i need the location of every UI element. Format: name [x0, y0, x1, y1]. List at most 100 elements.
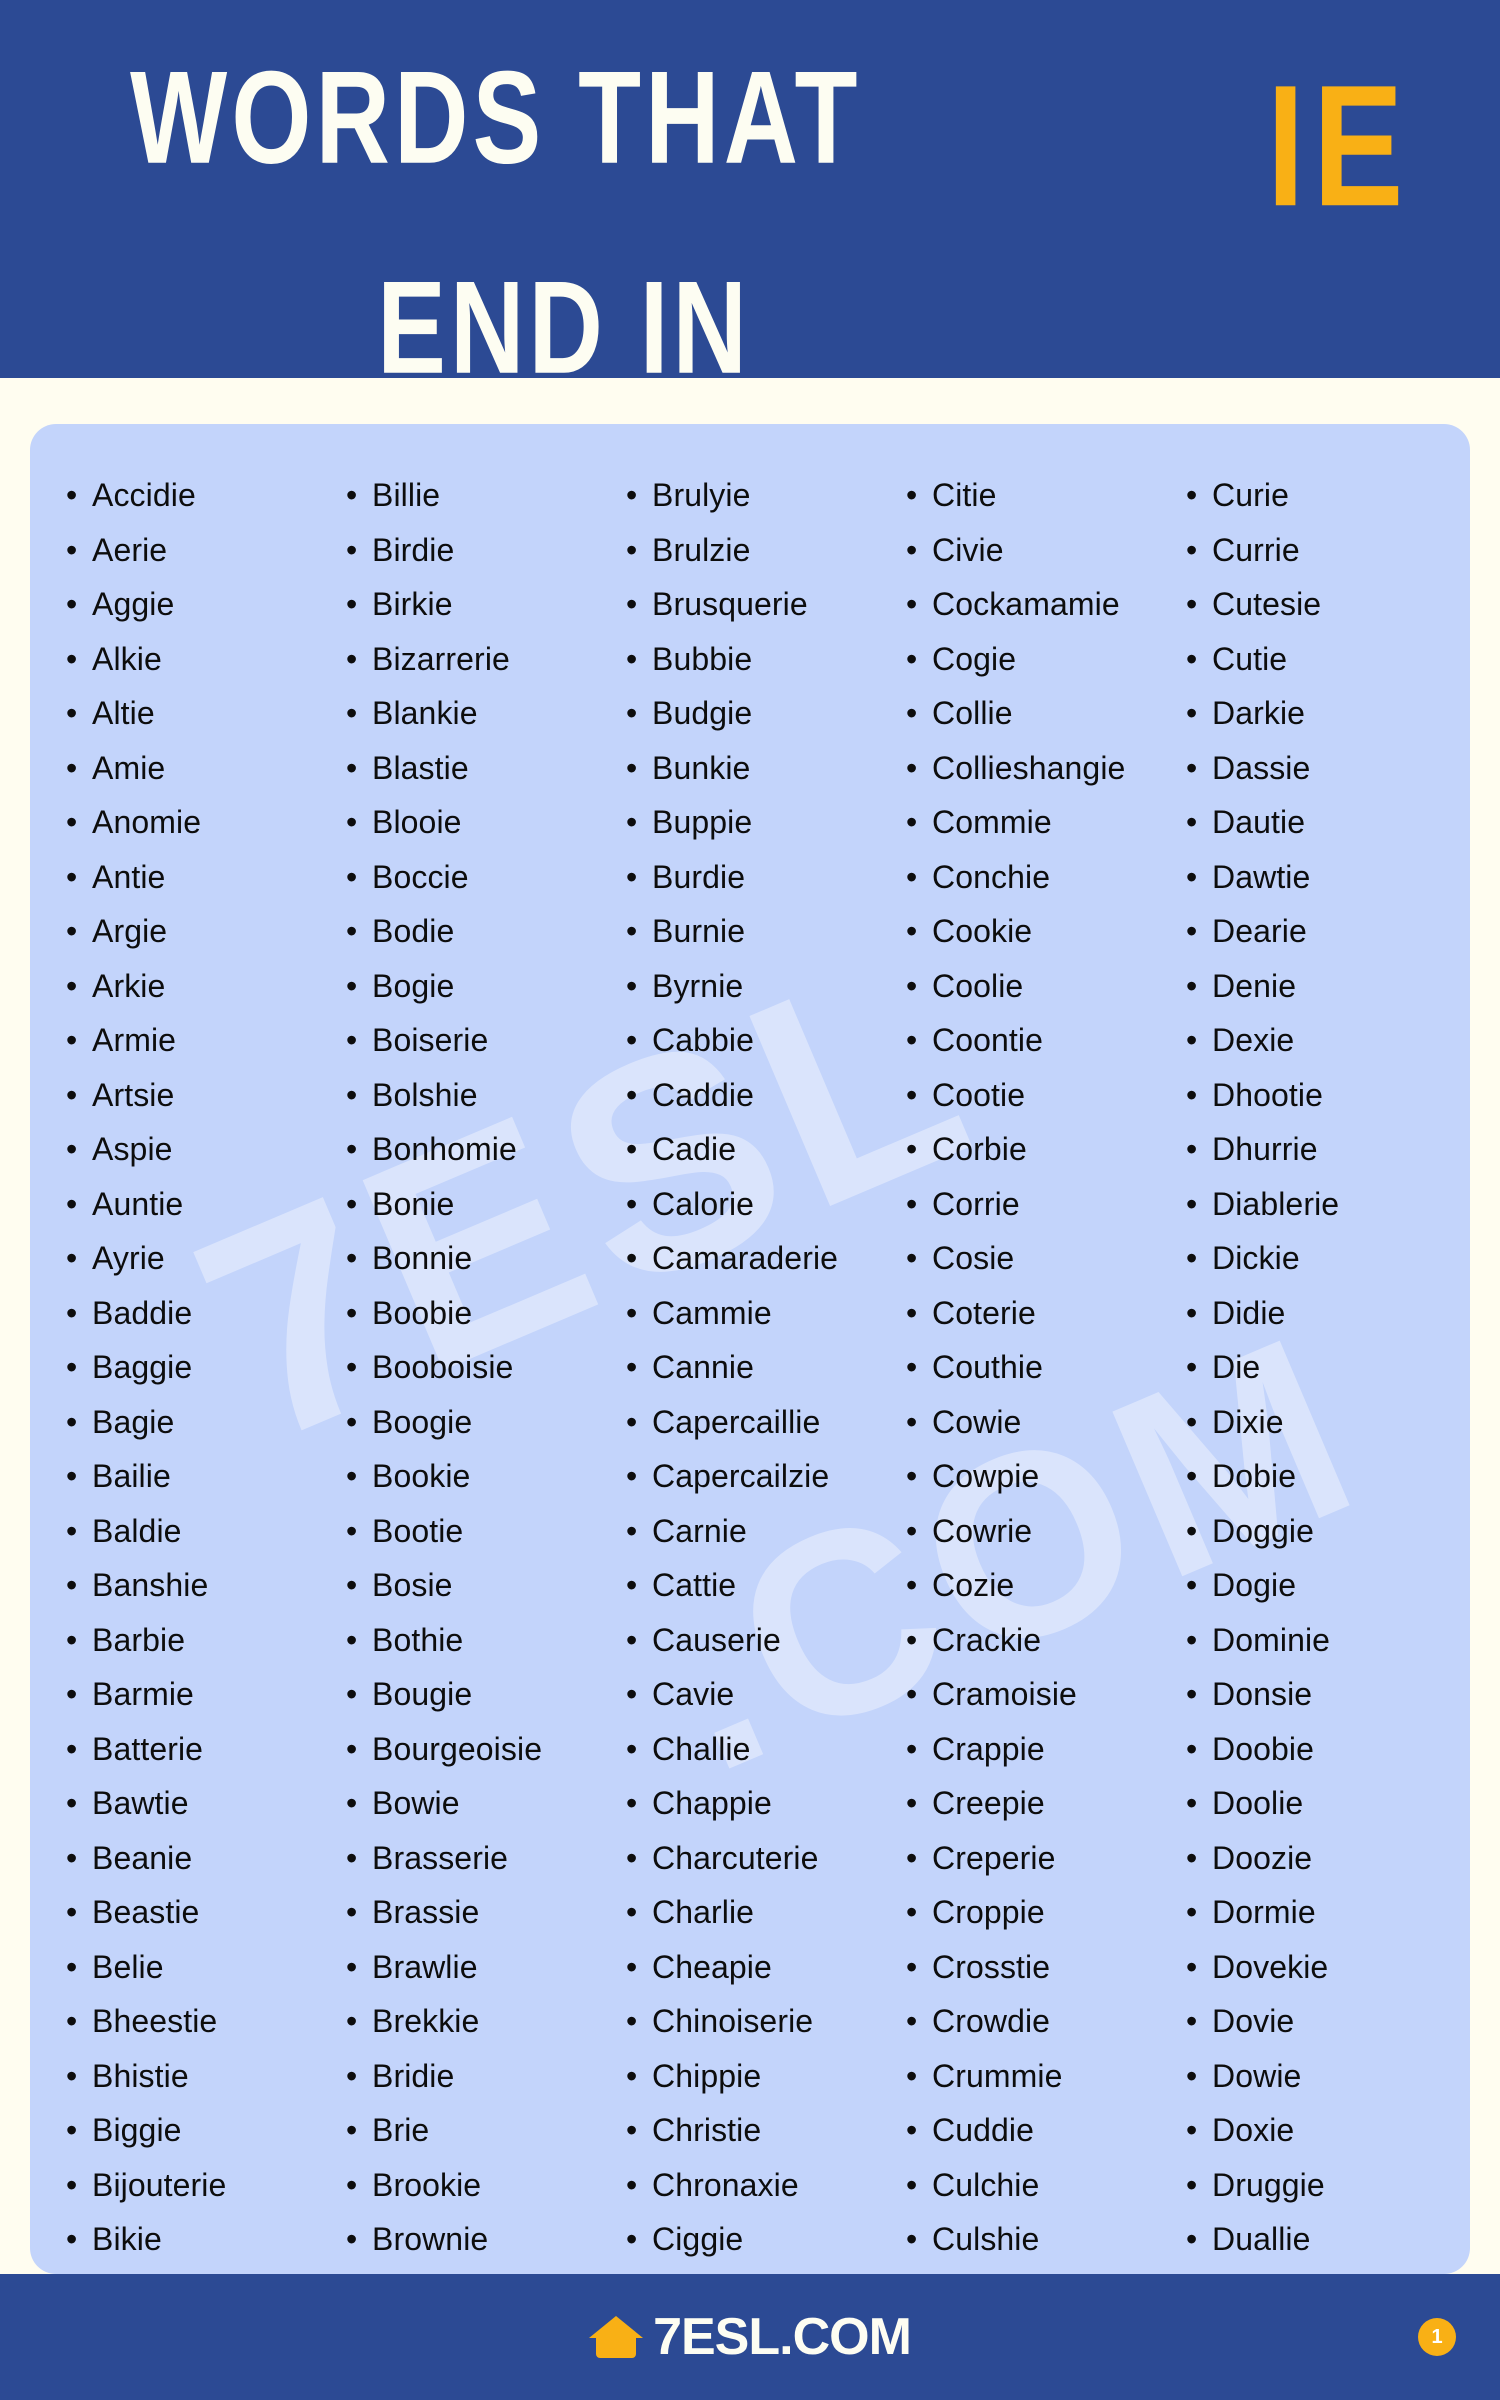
- word-list-item: • Bagie: [60, 1395, 330, 1450]
- bullet-icon: •: [1186, 2057, 1198, 2094]
- bullet-icon: •: [626, 1512, 638, 1549]
- word-text: Brie: [372, 2112, 430, 2148]
- word-list-item: • Brownie: [340, 2212, 610, 2267]
- word-list-item: • Denie: [1180, 959, 1450, 1014]
- word-list-item: • Beanie: [60, 1831, 330, 1886]
- bullet-icon: •: [626, 1676, 638, 1712]
- bullet-icon: •: [346, 1948, 358, 1985]
- word-list-item: • Byrnie: [620, 959, 890, 1014]
- bullet-icon: •: [906, 749, 918, 786]
- bullet-icon: •: [346, 1894, 358, 1930]
- bullet-icon: •: [1186, 1403, 1198, 1440]
- word-text: Coterie: [932, 1294, 1036, 1331]
- bullet-icon: •: [346, 1240, 358, 1276]
- bullet-icon: •: [66, 1185, 78, 1222]
- word-list-item: • Croppie: [900, 1885, 1170, 1940]
- word-list-item: • Arkie: [60, 959, 330, 1014]
- word-list-item: • Cuddie: [900, 2103, 1170, 2158]
- word-text: Brassie: [372, 1894, 480, 1930]
- word-text: Bawtie: [92, 1785, 189, 1821]
- bullet-icon: •: [346, 1458, 358, 1494]
- word-list: • Curie • Currie • Cutesie • Cutie • Darkie • Dassi…: [1180, 468, 1450, 2267]
- bullet-icon: •: [346, 1512, 358, 1549]
- word-text: Bodie: [372, 913, 455, 949]
- word-text: Cogie: [932, 640, 1017, 677]
- word-text: Argie: [92, 913, 168, 949]
- word-text: Burnie: [652, 913, 746, 949]
- bullet-icon: •: [66, 2057, 78, 2094]
- bullet-icon: •: [906, 1839, 918, 1876]
- bullet-icon: •: [346, 1076, 358, 1113]
- word-text: Conchie: [932, 858, 1051, 895]
- word-text: Crosstie: [932, 1948, 1051, 1985]
- column-2: • Billie • Birdie • Birkie • Bizarrerie • Blankie…: [330, 468, 610, 2267]
- bullet-icon: •: [346, 804, 358, 840]
- word-text: Crackie: [932, 1621, 1042, 1658]
- word-list: • Billie • Birdie • Birkie • Bizarrerie • Blankie…: [340, 468, 610, 2267]
- site-logo[interactable]: 7ESL.COM: [589, 2310, 912, 2364]
- logo-text: 7ESL.COM: [653, 2310, 912, 2364]
- word-text: Coontie: [932, 1022, 1043, 1058]
- word-text: Anomie: [92, 804, 202, 840]
- bullet-icon: •: [1186, 1076, 1198, 1113]
- title-line-1: WORDS THAT: [130, 43, 862, 192]
- word-list-item: • Anomie: [60, 795, 330, 850]
- word-text: Didie: [1212, 1294, 1286, 1331]
- word-text: Dautie: [1212, 804, 1306, 840]
- word-list-item: • Bridie: [340, 2049, 610, 2104]
- word-list-item: • Billie: [340, 468, 610, 523]
- word-list-item: • Bailie: [60, 1449, 330, 1504]
- word-text: Bridie: [372, 2057, 455, 2094]
- word-list-item: • Boccie: [340, 850, 610, 905]
- word-text: Dominie: [1212, 1621, 1331, 1658]
- word-list-item: • Doggie: [1180, 1504, 1450, 1559]
- word-text: Cammie: [652, 1294, 772, 1331]
- page-header: WORDS THAT END IN IE: [0, 0, 1500, 402]
- word-list-item: • Curie: [1180, 468, 1450, 523]
- bullet-icon: •: [906, 586, 918, 622]
- bullet-icon: •: [346, 2112, 358, 2148]
- word-text: Bothie: [372, 1621, 464, 1658]
- word-text: Barmie: [92, 1676, 194, 1712]
- bullet-icon: •: [626, 1076, 638, 1113]
- word-text: Chronaxie: [652, 2166, 799, 2203]
- bullet-icon: •: [346, 477, 358, 513]
- word-text: Dawtie: [1212, 858, 1311, 895]
- bullet-icon: •: [1186, 1349, 1198, 1385]
- word-list-item: • Bonnie: [340, 1231, 610, 1286]
- word-text: Antie: [92, 858, 166, 895]
- word-list-item: • Currie: [1180, 523, 1450, 578]
- word-text: Baggie: [92, 1349, 193, 1385]
- bullet-icon: •: [66, 1948, 78, 1985]
- word-list-item: • Bookie: [340, 1449, 610, 1504]
- word-text: Boogie: [372, 1403, 473, 1440]
- word-list-item: • Caddie: [620, 1068, 890, 1123]
- word-list-item: • Brookie: [340, 2158, 610, 2213]
- bullet-icon: •: [626, 858, 638, 895]
- bullet-icon: •: [66, 967, 78, 1004]
- word-list-item: • Bosie: [340, 1558, 610, 1613]
- page-footer: 7ESL.COM 1: [0, 2274, 1500, 2400]
- word-text: Cabbie: [652, 1022, 755, 1058]
- word-list-item: • Diablerie: [1180, 1177, 1450, 1232]
- word-list-item: • Doozie: [1180, 1831, 1450, 1886]
- bullet-icon: •: [906, 1240, 918, 1276]
- bullet-icon: •: [906, 1185, 918, 1222]
- word-text: Cockamamie: [932, 586, 1120, 622]
- word-list-item: • Cosie: [900, 1231, 1170, 1286]
- word-text: Bonie: [372, 1185, 455, 1222]
- word-text: Camaraderie: [652, 1240, 839, 1276]
- bullet-icon: •: [626, 1894, 638, 1930]
- bullet-icon: •: [626, 2003, 638, 2039]
- word-list-item: • Capercailzie: [620, 1449, 890, 1504]
- word-list-item: • Brasserie: [340, 1831, 610, 1886]
- bullet-icon: •: [626, 586, 638, 622]
- word-list-item: • Bothie: [340, 1613, 610, 1668]
- word-text: Beastie: [92, 1894, 200, 1930]
- bullet-icon: •: [906, 1403, 918, 1440]
- word-list-item: • Dovie: [1180, 1994, 1450, 2049]
- word-text: Dogie: [1212, 1567, 1297, 1603]
- word-text: Cootie: [932, 1076, 1026, 1113]
- word-text: Baldie: [92, 1512, 182, 1549]
- word-text: Brulyie: [652, 477, 751, 513]
